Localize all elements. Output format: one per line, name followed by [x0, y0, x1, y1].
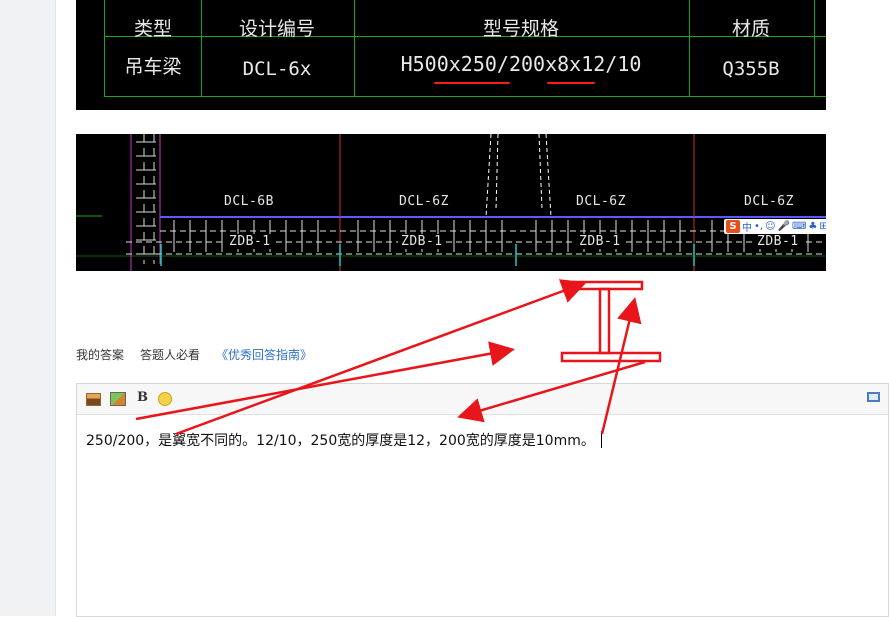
- cad-header-material: 材质: [731, 18, 770, 40]
- answer-guide-link[interactable]: 《优秀回答指南》: [216, 346, 312, 363]
- cad-table-divider: [814, 0, 815, 96]
- left-gutter: [0, 0, 56, 616]
- emoji-icon[interactable]: [158, 392, 172, 406]
- ime-emoji-icon[interactable]: ☺: [765, 221, 775, 232]
- beam-label: DCL-6B: [224, 194, 274, 209]
- red-underline-flange-thickness: [547, 82, 595, 84]
- answer-header: 我的答案 答题人必看 《优秀回答指南》: [76, 346, 312, 363]
- text-caret: [600, 431, 602, 448]
- photo-icon[interactable]: [110, 392, 126, 406]
- ime-voice-icon[interactable]: 🎤: [778, 221, 790, 232]
- ime-toolbar[interactable]: S 中 •, ☺ 🎤 ⌨ ♣ ⊞: [724, 219, 826, 234]
- cad-value-design-no: DCL-6x: [242, 58, 312, 80]
- slab-label: ZDB-1: [754, 234, 802, 249]
- cad-plan-image: DCL-6B DCL-6Z DCL-6Z DCL-6Z ZDB-1 ZDB-1 …: [76, 134, 826, 271]
- cad-spec-table-image: 类型 设计编号 型号规格 材质 吊车梁 DCL-6x H500x250/200x…: [76, 0, 826, 110]
- answer-text: 250/200，是翼宽不同的。12/10，250宽的厚度是12，200宽的厚度是…: [86, 433, 595, 449]
- cad-header-spec: 型号规格: [482, 18, 559, 40]
- bold-icon[interactable]: B: [137, 390, 148, 405]
- ime-keyboard-icon[interactable]: ⌨: [792, 221, 806, 232]
- slab-label: ZDB-1: [576, 234, 624, 249]
- cad-value-spec: H500x250/200x8x12/10: [400, 52, 642, 76]
- sogou-logo-icon[interactable]: S: [726, 220, 740, 233]
- ime-skin-icon[interactable]: ♣: [808, 221, 817, 232]
- ime-punctuation-icon[interactable]: •,: [754, 221, 763, 232]
- slab-label: ZDB-1: [398, 234, 446, 249]
- my-answer-label: 我的答案: [76, 348, 125, 362]
- editor-content[interactable]: 250/200，是翼宽不同的。12/10，250宽的厚度是12，200宽的厚度是…: [86, 430, 602, 450]
- must-read-label: 答题人必看: [140, 348, 201, 362]
- red-underline-flange-widths: [434, 82, 510, 84]
- editor-toolbar: B: [77, 384, 888, 415]
- beam-label: DCL-6Z: [399, 194, 449, 209]
- answer-editor[interactable]: B 250/200，是翼宽不同的。12/10，250宽的厚度是12，200宽的厚…: [76, 383, 889, 617]
- cad-header-type: 类型: [133, 18, 172, 40]
- ime-chinese-mode[interactable]: 中: [742, 219, 752, 234]
- cad-value-type: 吊车梁: [124, 56, 182, 78]
- image-icon[interactable]: [86, 393, 101, 406]
- cad-header-design-no: 设计编号: [238, 18, 315, 40]
- slab-label: ZDB-1: [226, 234, 274, 249]
- i-beam-sketch: [560, 280, 662, 363]
- beam-label: DCL-6Z: [744, 194, 794, 209]
- fullscreen-icon[interactable]: [867, 392, 880, 402]
- ime-toolbox-icon[interactable]: ⊞: [819, 221, 826, 232]
- cad-plan-lines: [76, 134, 826, 271]
- cad-value-material: Q355B: [722, 58, 780, 80]
- beam-label: DCL-6Z: [576, 194, 626, 209]
